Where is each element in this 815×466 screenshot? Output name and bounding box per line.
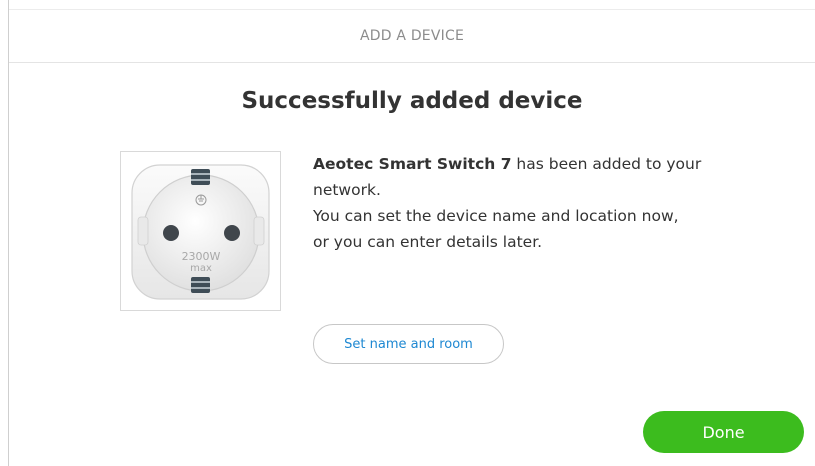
device-image: 2300W max [120, 151, 281, 311]
dialog-header: ADD A DEVICE [9, 9, 815, 63]
set-later-message: You can set the device name and location… [313, 207, 679, 225]
left-border [8, 0, 9, 466]
smart-plug-icon: 2300W max [131, 164, 270, 300]
set-name-room-button[interactable]: Set name and room [313, 324, 504, 364]
header-title: ADD A DEVICE [360, 28, 464, 44]
power-rating-label: 2300W [182, 250, 221, 263]
enter-later-message: or you can enter details later. [313, 233, 543, 251]
max-label: max [190, 263, 212, 274]
done-button[interactable]: Done [643, 411, 804, 453]
device-name: Aeotec Smart Switch 7 [313, 155, 512, 173]
page-title: Successfully added device [241, 88, 583, 114]
success-message: Aeotec Smart Switch 7 has been added to … [313, 151, 713, 255]
